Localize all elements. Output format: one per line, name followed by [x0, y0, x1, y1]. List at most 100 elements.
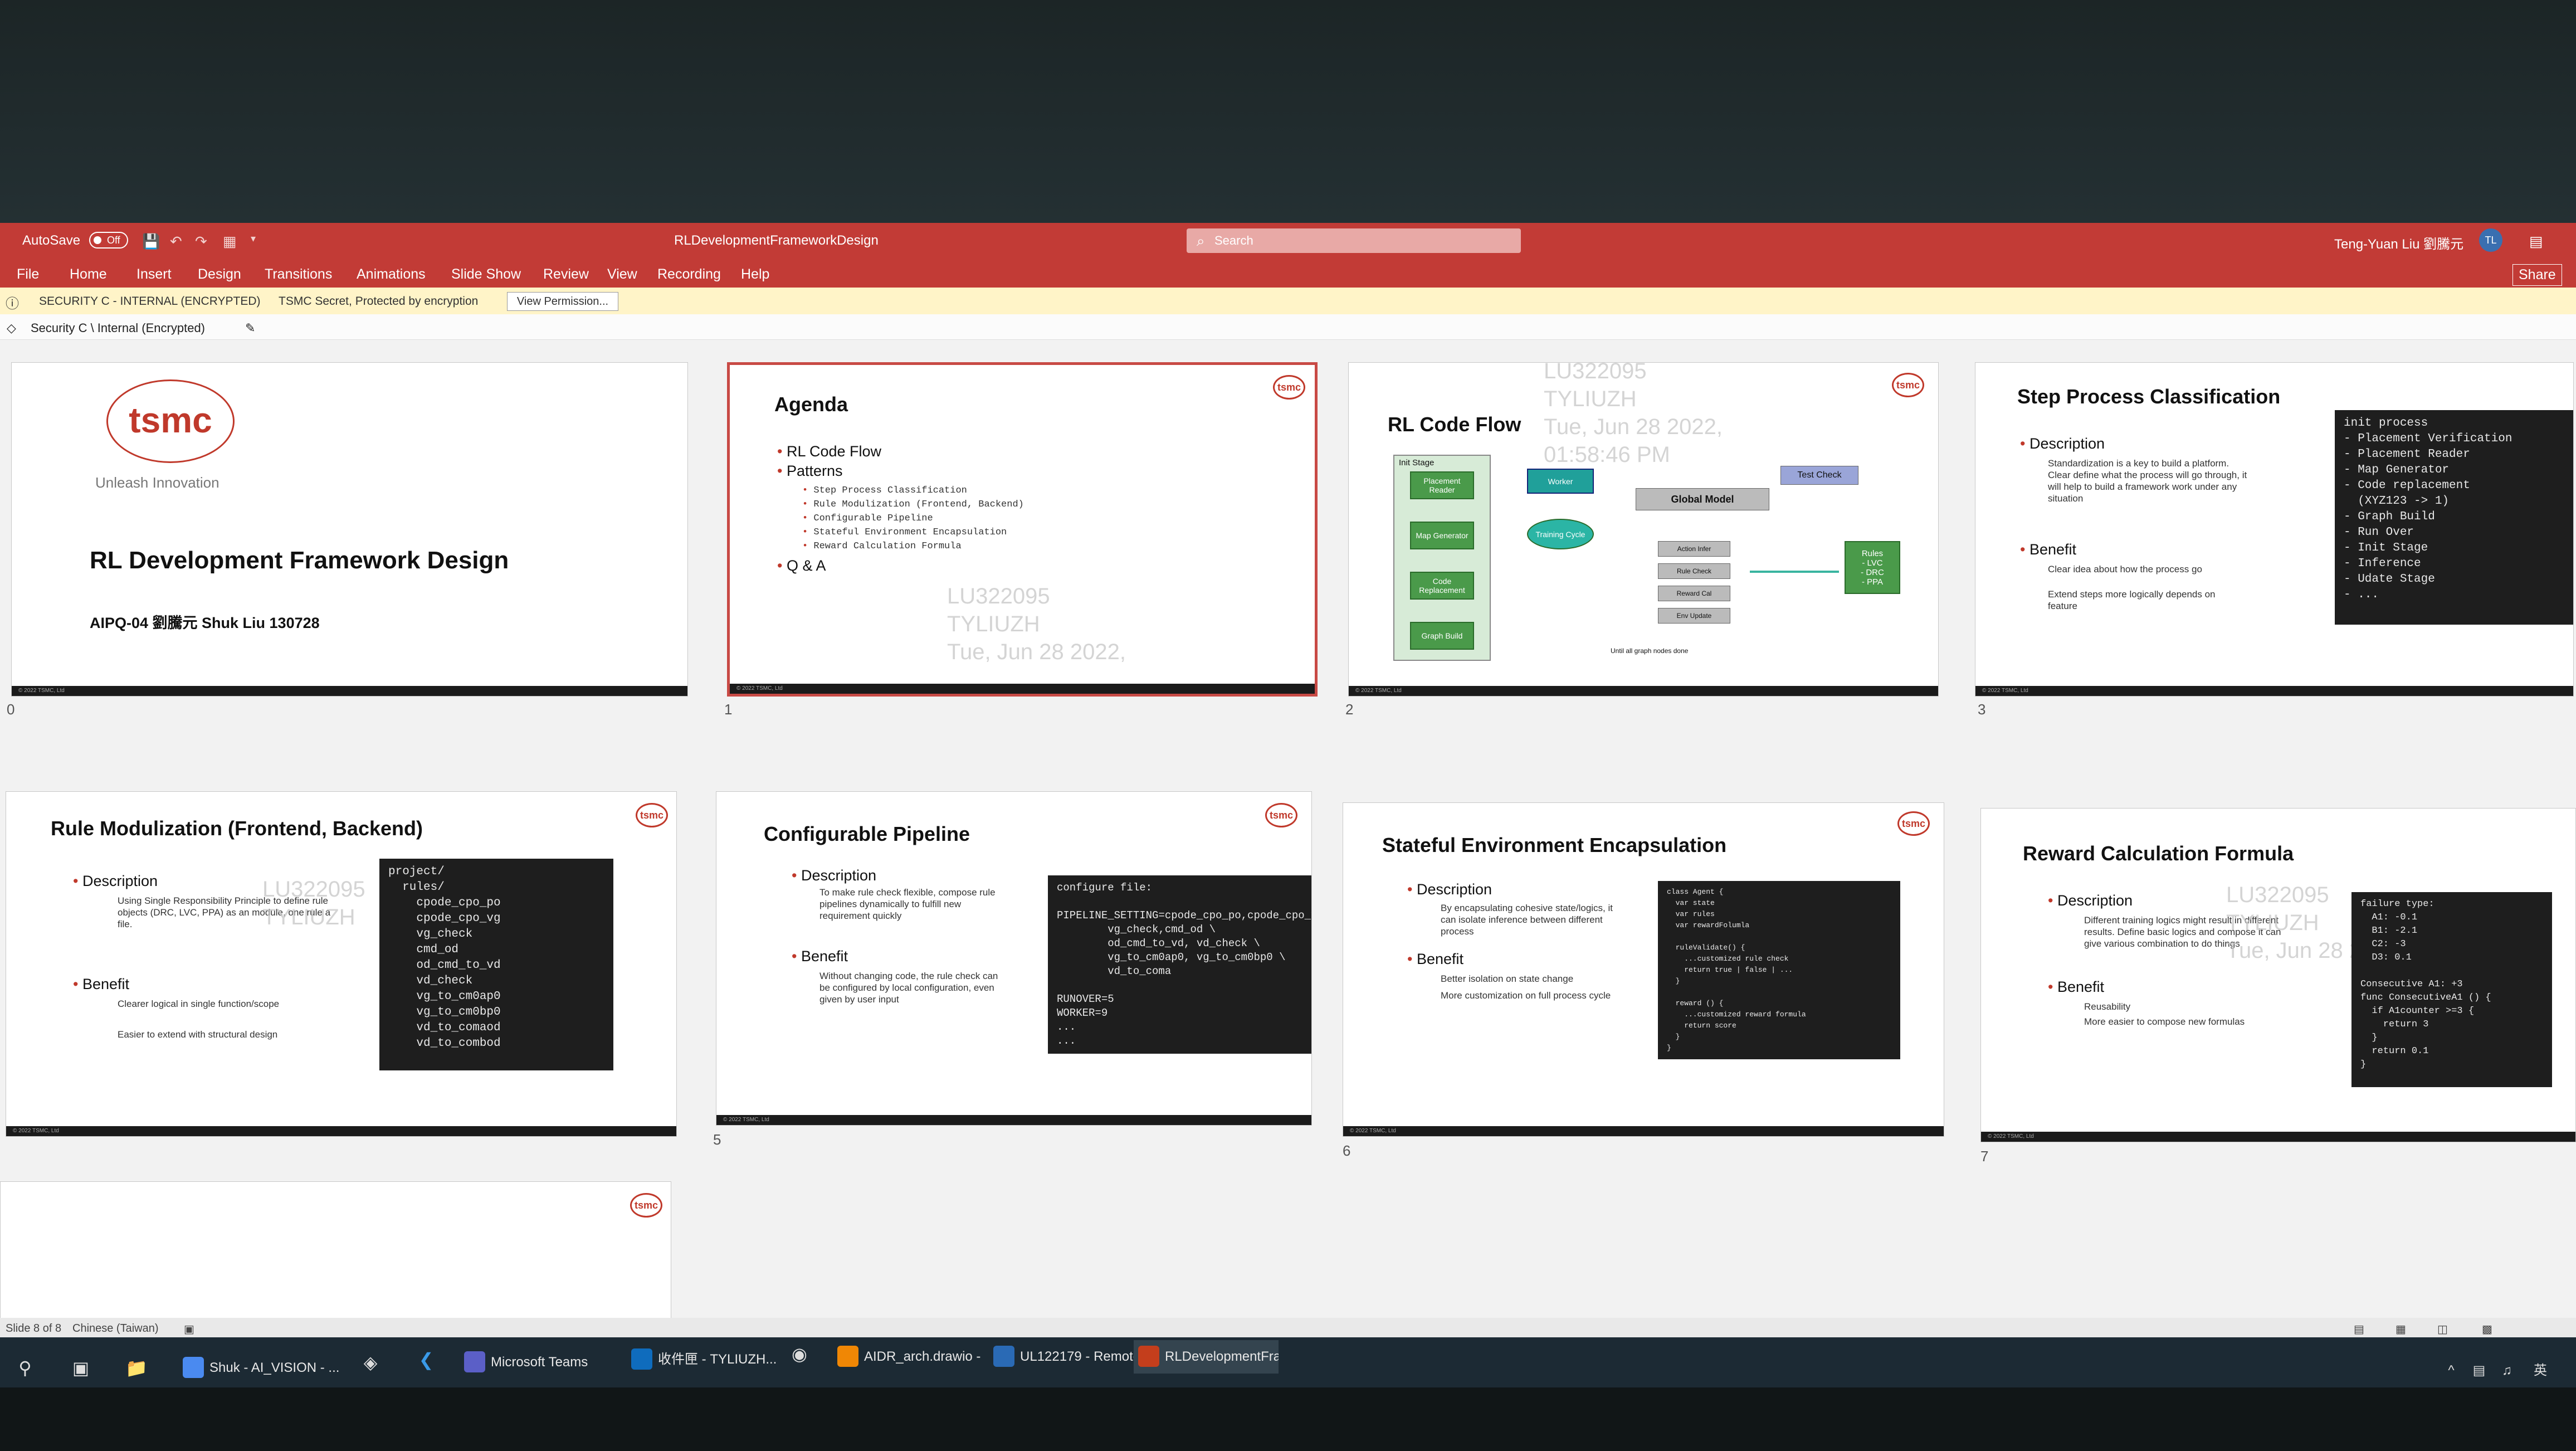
- taskbar-item-outlook[interactable]: 收件匣 - TYLIUZH...: [627, 1343, 777, 1376]
- slide-thumbnail-0[interactable]: tsmc Unleash Innovation RL Development F…: [11, 362, 688, 697]
- tab-design[interactable]: Design: [198, 266, 241, 283]
- tsmc-logo-icon: tsmc: [636, 803, 668, 827]
- slide-thumbnail-2[interactable]: tsmc RL Code Flow LU322095 TYLIUZH Tue, …: [1348, 362, 1939, 697]
- document-title[interactable]: RLDevelopmentFrameworkDesign: [674, 233, 879, 249]
- save-icon[interactable]: 💾: [142, 233, 160, 250]
- tsmc-logo-icon: tsmc: [1897, 811, 1930, 836]
- test-check-box: Test Check: [1780, 466, 1858, 485]
- agenda-item: Patterns: [777, 462, 843, 480]
- slide-title: Rule Modulization (Frontend, Backend): [51, 817, 423, 840]
- slide-counter: Slide 8 of 8: [6, 1322, 62, 1335]
- sensitivity-bar: ◇ Security C \ Internal (Encrypted) ✎: [0, 314, 2576, 340]
- agenda-subitem: Rule Modulization (Frontend, Backend): [802, 499, 1023, 510]
- normal-view-icon[interactable]: ▤: [2354, 1322, 2364, 1336]
- global-model-box: Global Model: [1636, 488, 1769, 510]
- search-icon[interactable]: ⚲: [14, 1357, 36, 1379]
- vscode-icon[interactable]: ❮: [415, 1348, 437, 1371]
- ime-indicator[interactable]: 英: [2529, 1360, 2551, 1382]
- tag-icon: ◇: [7, 321, 16, 335]
- desk-background: [0, 1387, 2576, 1451]
- language-indicator[interactable]: Chinese (Taiwan): [72, 1322, 159, 1335]
- edit-icon[interactable]: ✎: [245, 321, 255, 335]
- presenter-icon[interactable]: ▩: [2482, 1322, 2492, 1336]
- qat-more-icon[interactable]: ▾: [251, 233, 256, 245]
- benefit-heading: Benefit: [1407, 951, 1463, 968]
- rule-check-box: Rule Check: [1658, 563, 1730, 579]
- slide-title: RL Code Flow: [1388, 413, 1521, 436]
- security-label: SECURITY C - INTERNAL (ENCRYPTED): [39, 295, 261, 308]
- tab-slide-show[interactable]: Slide Show: [451, 266, 521, 283]
- accessibility-icon[interactable]: ▣: [184, 1322, 194, 1336]
- slide-thumbnail-7[interactable]: Reward Calculation Formula Description D…: [1980, 808, 2576, 1142]
- file-explorer-icon[interactable]: 📁: [125, 1357, 148, 1379]
- slide-sorter-icon[interactable]: ▦: [2396, 1322, 2406, 1336]
- avatar[interactable]: TL: [2479, 228, 2502, 252]
- tab-transitions[interactable]: Transitions: [265, 266, 332, 283]
- tab-help[interactable]: Help: [741, 266, 769, 283]
- view-permission-button[interactable]: View Permission...: [507, 292, 618, 311]
- share-button[interactable]: Share: [2512, 264, 2562, 286]
- taskbar-item-drawio[interactable]: AIDR_arch.drawio - ...: [833, 1340, 983, 1374]
- slide-thumbnail-3[interactable]: Step Process Classification Description …: [1975, 362, 2574, 697]
- autosave-label: AutoSave: [22, 233, 81, 248]
- reward-cal-box: Reward Cal: [1658, 586, 1730, 601]
- slide-number: 0: [7, 701, 15, 718]
- chevron-up-icon[interactable]: ^: [2440, 1360, 2462, 1382]
- volume-icon[interactable]: ♫: [2496, 1360, 2518, 1382]
- taskbar-item-chrome[interactable]: Shuk - AI_VISION - ...: [178, 1351, 345, 1385]
- code-block: class Agent { var state var rules var re…: [1658, 881, 1900, 1059]
- benefit-item: Without changing code, the rule check ca…: [819, 971, 998, 1005]
- benefit-heading: Benefit: [2048, 978, 2104, 996]
- user-name[interactable]: Teng-Yuan Liu 劉騰元: [2334, 233, 2463, 252]
- app-icon[interactable]: ◉: [788, 1343, 811, 1365]
- loop-note: Until all graph nodes done: [1611, 647, 1689, 655]
- search-box[interactable]: Search: [1187, 228, 1521, 253]
- tab-home[interactable]: Home: [70, 266, 107, 283]
- slide-footer: © 2022 TSMC, Ltd: [6, 1126, 676, 1136]
- slide-thumbnail-1[interactable]: tsmc Agenda RL Code Flow Patterns Step P…: [727, 362, 1318, 697]
- tab-recording[interactable]: Recording: [657, 266, 721, 283]
- benefit-heading: Benefit: [73, 976, 129, 993]
- code-block: failure type: A1: -0.1 B1: -2.1 C2: -3 D…: [2351, 892, 2552, 1087]
- slide-thumbnail-5[interactable]: tsmc Configurable Pipeline Description T…: [716, 791, 1312, 1126]
- training-cycle-ellipse: Training Cycle: [1527, 519, 1594, 549]
- description-heading: Description: [2020, 435, 2105, 452]
- tsmc-logo-icon: tsmc: [1265, 803, 1297, 827]
- slide-title: Agenda: [774, 393, 848, 416]
- action-infer-box: Action Infer: [1658, 541, 1730, 557]
- taskbar-item-remote[interactable]: UL122179 - Remote...: [989, 1340, 1139, 1374]
- tab-review[interactable]: Review: [543, 266, 589, 283]
- slide-number: 6: [1343, 1142, 1351, 1159]
- redo-icon[interactable]: ↷: [195, 233, 207, 250]
- network-icon[interactable]: ▤: [2468, 1360, 2490, 1382]
- taskbar-item-powerpoint[interactable]: RLDevelopmentFra...: [1134, 1340, 1279, 1374]
- ribbon-display-icon[interactable]: ▤: [2529, 233, 2543, 250]
- autosave-toggle[interactable]: Off: [89, 232, 128, 249]
- benefit-heading: Benefit: [2020, 541, 2076, 558]
- tab-view[interactable]: View: [607, 266, 637, 283]
- tab-insert[interactable]: Insert: [136, 266, 172, 283]
- sensitivity-label[interactable]: Security C \ Internal (Encrypted): [31, 321, 205, 335]
- slide-thumbnail-6[interactable]: tsmc Stateful Environment Encapsulation …: [1343, 802, 1944, 1137]
- description-text: Standardization is a key to build a plat…: [2048, 458, 2247, 504]
- benefit-item: Reusability: [2084, 1001, 2131, 1012]
- agenda-subitem: Reward Calculation Formula: [802, 541, 961, 552]
- description-heading: Description: [792, 867, 876, 884]
- remote-desktop-icon: [993, 1346, 1014, 1367]
- slide-title: Configurable Pipeline: [764, 822, 970, 845]
- taskbar-item-teams[interactable]: Microsoft Teams: [460, 1346, 610, 1379]
- reading-view-icon[interactable]: ◫: [2437, 1322, 2448, 1336]
- task-view-icon[interactable]: ▣: [70, 1357, 92, 1379]
- tab-file[interactable]: File: [17, 266, 39, 283]
- drawio-icon: [837, 1346, 858, 1367]
- slide-thumbnail-4[interactable]: tsmc Rule Modulization (Frontend, Backen…: [6, 791, 677, 1137]
- security-message: TSMC Secret, Protected by encryption: [279, 295, 479, 308]
- agenda-item: Q & A: [777, 557, 826, 574]
- app-icon[interactable]: ◈: [359, 1351, 382, 1374]
- slide-thumbnail-8[interactable]: tsmc: [0, 1181, 671, 1337]
- code-block: configure file: PIPELINE_SETTING=cpode_c…: [1048, 875, 1311, 1054]
- security-bar: ⓘ SECURITY C - INTERNAL (ENCRYPTED) TSMC…: [0, 288, 2576, 314]
- present-icon[interactable]: ▦: [223, 233, 237, 250]
- tab-animations[interactable]: Animations: [357, 266, 426, 283]
- undo-icon[interactable]: ↶: [170, 233, 182, 250]
